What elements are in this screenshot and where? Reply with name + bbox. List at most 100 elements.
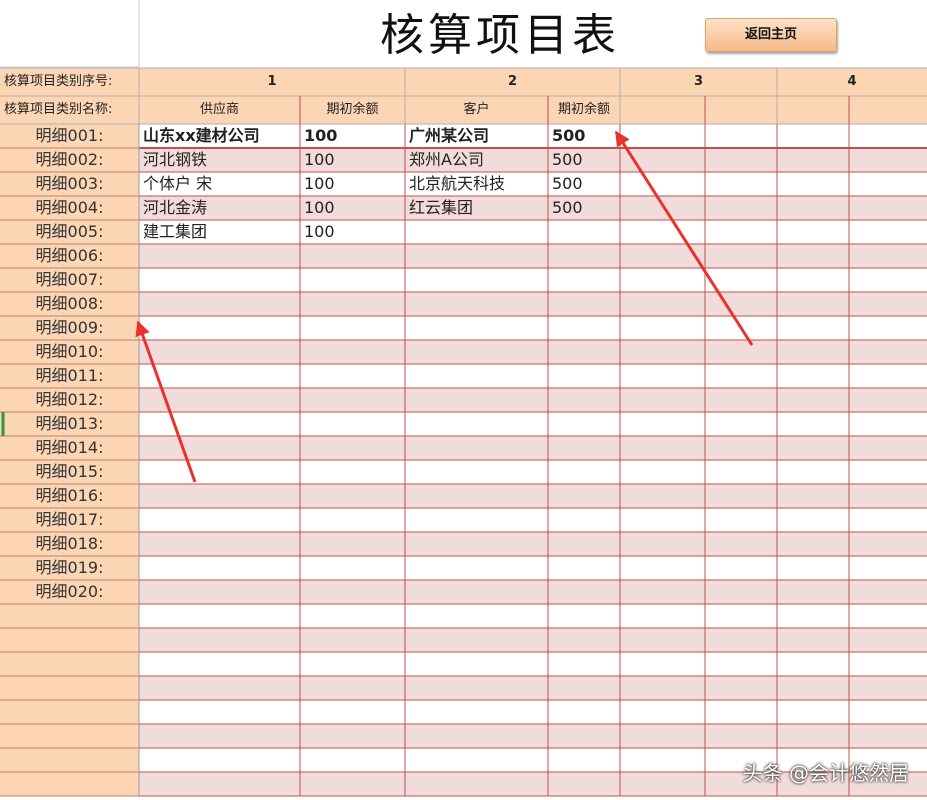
table-cell[interactable] [405,532,548,556]
category-name-1[interactable]: 供应商 [139,96,300,124]
category-seq-2[interactable]: 2 [405,68,620,96]
detail-row-label[interactable]: 明细006: [0,244,139,268]
table-cell[interactable] [405,460,548,484]
table-cell[interactable] [705,724,777,748]
table-cell[interactable] [548,724,620,748]
opening-balance-header-4[interactable] [849,96,927,124]
table-cell[interactable]: 500 [548,148,620,172]
table-cell[interactable] [705,508,777,532]
table-cell[interactable] [139,604,300,628]
category-name-2[interactable]: 客户 [405,96,548,124]
opening-balance-header-1[interactable]: 期初余额 [300,96,405,124]
table-cell[interactable] [705,700,777,724]
table-cell[interactable]: 100 [300,172,405,196]
table-cell[interactable] [620,460,705,484]
detail-row-label[interactable] [0,652,139,676]
table-cell[interactable] [849,700,927,724]
table-cell[interactable] [849,292,927,316]
table-cell[interactable] [548,532,620,556]
table-cell[interactable] [300,244,405,268]
table-cell[interactable] [705,172,777,196]
table-cell[interactable]: 北京航天科技 [405,172,548,196]
table-cell[interactable] [300,532,405,556]
detail-row-label[interactable] [0,772,139,796]
table-cell[interactable] [139,340,300,364]
table-cell[interactable] [620,724,705,748]
table-cell[interactable] [849,652,927,676]
table-cell[interactable] [139,412,300,436]
table-cell[interactable] [849,676,927,700]
table-cell[interactable] [620,676,705,700]
table-cell[interactable] [777,244,849,268]
opening-balance-header-2[interactable]: 期初余额 [548,96,620,124]
table-cell[interactable] [300,676,405,700]
table-cell[interactable] [777,124,849,148]
table-cell[interactable] [405,268,548,292]
table-cell[interactable] [705,556,777,580]
opening-balance-header-3[interactable] [705,96,777,124]
detail-row-label[interactable]: 明细014: [0,436,139,460]
detail-row-label[interactable]: 明细013: [0,412,139,436]
category-name-3[interactable] [620,96,705,124]
table-cell[interactable] [705,268,777,292]
table-cell[interactable] [405,340,548,364]
table-cell[interactable] [139,628,300,652]
table-cell[interactable] [705,196,777,220]
table-cell[interactable]: 个体户 宋 [139,172,300,196]
table-cell[interactable] [777,220,849,244]
table-cell[interactable] [777,268,849,292]
table-cell[interactable] [777,172,849,196]
table-cell[interactable] [849,148,927,172]
category-seq-3[interactable]: 3 [620,68,777,96]
table-cell[interactable] [405,412,548,436]
table-cell[interactable] [548,700,620,724]
table-cell[interactable] [705,412,777,436]
table-cell[interactable] [777,532,849,556]
table-cell[interactable] [300,364,405,388]
table-cell[interactable] [777,700,849,724]
detail-row-label[interactable]: 明细004: [0,196,139,220]
table-cell[interactable] [849,580,927,604]
table-cell[interactable] [620,628,705,652]
table-cell[interactable] [300,316,405,340]
table-cell[interactable] [405,580,548,604]
table-cell[interactable] [620,580,705,604]
table-cell[interactable] [300,436,405,460]
table-cell[interactable] [777,340,849,364]
table-cell[interactable]: 建工集团 [139,220,300,244]
table-cell[interactable] [849,196,927,220]
table-cell[interactable] [139,700,300,724]
detail-row-label[interactable] [0,604,139,628]
detail-row-label[interactable]: 明细003: [0,172,139,196]
table-cell[interactable] [405,388,548,412]
detail-row-label[interactable]: 明细017: [0,508,139,532]
table-cell[interactable] [849,604,927,628]
table-cell[interactable] [405,244,548,268]
detail-row-label[interactable]: 明细005: [0,220,139,244]
table-cell[interactable] [777,676,849,700]
table-cell[interactable] [849,220,927,244]
table-cell[interactable] [300,412,405,436]
table-cell[interactable] [548,460,620,484]
table-cell[interactable] [777,556,849,580]
table-cell[interactable] [300,484,405,508]
table-cell[interactable] [620,556,705,580]
detail-row-label[interactable]: 明细011: [0,364,139,388]
table-cell[interactable] [777,364,849,388]
table-cell[interactable] [620,388,705,412]
table-cell[interactable] [849,388,927,412]
table-cell[interactable] [548,340,620,364]
table-cell[interactable] [849,436,927,460]
table-cell[interactable] [548,268,620,292]
table-cell[interactable] [705,220,777,244]
table-cell[interactable] [548,508,620,532]
table-cell[interactable] [300,460,405,484]
table-cell[interactable] [300,772,405,796]
table-cell[interactable] [705,292,777,316]
table-cell[interactable] [548,604,620,628]
category-name-4[interactable] [777,96,849,124]
table-cell[interactable] [777,508,849,532]
table-cell[interactable]: 100 [300,124,405,148]
table-cell[interactable] [849,532,927,556]
table-cell[interactable] [300,724,405,748]
